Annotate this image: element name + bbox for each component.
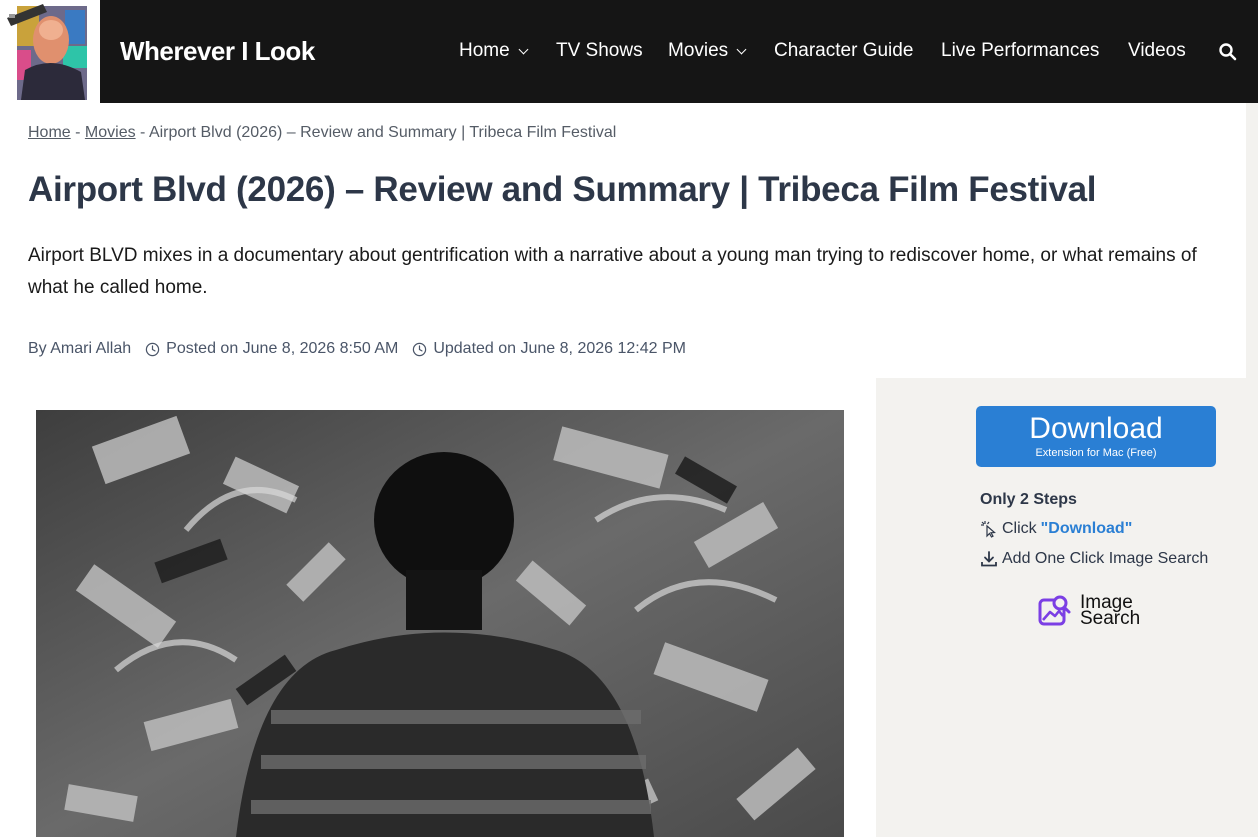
image-search-wordmark: Image Search <box>1080 593 1141 629</box>
breadcrumb-current: Airport Blvd (2026) – Review and Summary… <box>148 124 617 141</box>
cursor-click-icon <box>981 521 996 538</box>
nav-character-guide-label: Character Guide <box>774 40 914 61</box>
step1-highlight: "Download" <box>1040 520 1133 537</box>
nav-tv-shows-label: TV Shows <box>556 40 643 61</box>
nav-character-guide[interactable]: Character Guide <box>774 40 913 62</box>
posted-date: Posted on June 8, 2026 8:50 AM <box>166 340 399 357</box>
nav-home-label: Home <box>459 40 510 61</box>
clock-icon <box>145 342 160 356</box>
step-click-download: Click "Download" <box>980 520 1132 538</box>
step2-label: Add One Click Image Search <box>1002 550 1209 567</box>
nav-movies[interactable]: Movies <box>668 40 747 62</box>
nav-live-performances-label: Live Performances <box>941 40 1100 61</box>
download-button[interactable]: Download Extension for Mac (Free) <box>976 406 1216 467</box>
chevron-down-icon <box>518 44 529 54</box>
breadcrumb-home[interactable]: Home <box>28 124 71 141</box>
clock-icon <box>413 342 427 356</box>
updated-date: Updated on June 8, 2026 12:42 PM <box>433 340 686 357</box>
breadcrumb-separator: - <box>70 124 85 141</box>
step1-prefix: Click <box>1002 520 1037 537</box>
article-meta: By Amari Allah Posted on June 8, 2026 8:… <box>28 340 686 358</box>
nav-videos[interactable]: Videos <box>1128 40 1186 62</box>
author-byline[interactable]: By Amari Allah <box>28 340 131 358</box>
chevron-down-icon <box>736 44 747 54</box>
download-icon <box>981 551 997 567</box>
nav-home[interactable]: Home <box>459 40 529 62</box>
breadcrumb-movies[interactable]: Movies <box>85 124 136 141</box>
featured-image <box>36 410 844 837</box>
nav-tv-shows[interactable]: TV Shows <box>556 40 643 62</box>
page-edge <box>1246 103 1258 837</box>
image-search-line2: Search <box>1080 608 1141 629</box>
step-add-extension: Add One Click Image Search <box>980 550 1208 568</box>
breadcrumb-separator: - <box>135 124 149 141</box>
nav-videos-label: Videos <box>1128 40 1186 61</box>
site-header: Wherever I Look Home TV Shows Movies Cha… <box>0 0 1258 103</box>
search-icon[interactable] <box>1218 42 1238 62</box>
site-logo[interactable] <box>0 0 100 103</box>
page-title: Airport Blvd (2026) – Review and Summary… <box>28 170 1097 209</box>
image-search-icon <box>1038 595 1071 626</box>
download-button-label: Download <box>1029 412 1163 445</box>
download-button-sub: Extension for Mac (Free) <box>1035 447 1157 459</box>
article-excerpt: Airport BLVD mixes in a documentary abou… <box>28 245 1197 298</box>
nav-movies-label: Movies <box>668 40 729 61</box>
site-title[interactable]: Wherever I Look <box>120 36 315 67</box>
image-search-logo[interactable]: Image Search <box>1038 593 1141 629</box>
logo-image <box>3 0 89 103</box>
breadcrumb: Home - Movies - Airport Blvd (2026) – Re… <box>28 124 616 142</box>
steps-title: Only 2 Steps <box>980 491 1077 508</box>
nav-live-performances[interactable]: Live Performances <box>941 40 1099 62</box>
